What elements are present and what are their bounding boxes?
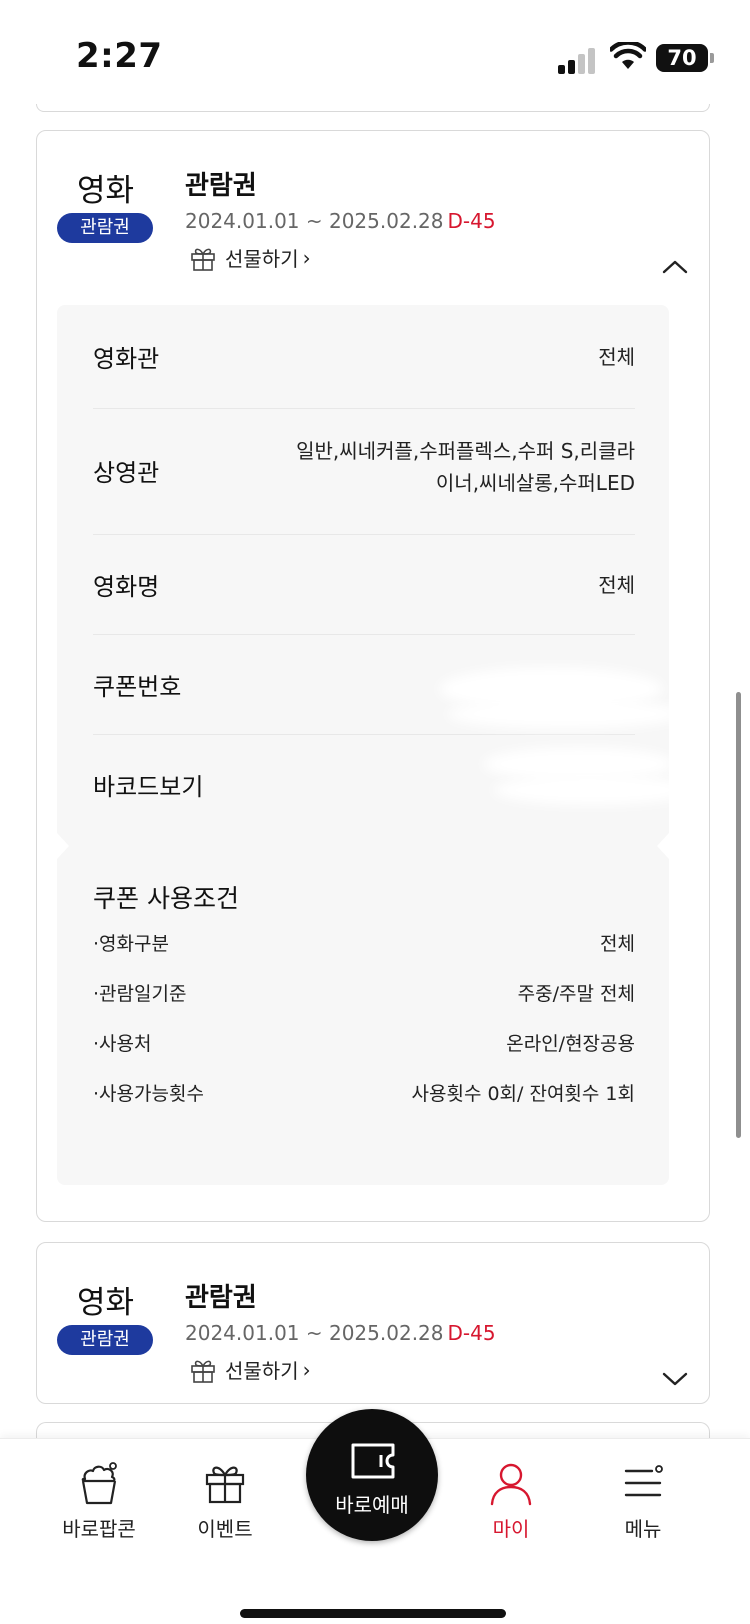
coupon-card[interactable]: 영화 관람권 관람권 2024.01.01 ~ 2025.02.28 D-45 선… <box>36 1242 710 1404</box>
redaction-mark <box>493 775 693 805</box>
previous-coupon-card <box>36 104 710 112</box>
condition-value: 사용횟수 0회/ 잔여횟수 1회 <box>411 1083 636 1105</box>
detail-value: 전체 <box>598 573 635 597</box>
battery-icon: 70 <box>656 44 714 72</box>
popcorn-icon <box>81 1462 117 1505</box>
detail-value-line: 일반,씨네커플,수퍼플렉스,수퍼 S,리클라 <box>296 439 635 463</box>
nav-label: 이벤트 <box>197 1517 253 1541</box>
scrollbar[interactable] <box>736 692 741 1138</box>
gift-button[interactable]: 선물하기 › <box>189 243 311 272</box>
detail-value: 일반,씨네커플,수퍼플렉스,수퍼 S,리클라이너,씨네살롱,수퍼LED <box>296 435 635 499</box>
condition-value: 온라인/현장공용 <box>506 1033 635 1055</box>
detail-value-line: 이너,씨네살롱,수퍼LED <box>435 471 635 495</box>
ticket-icon <box>351 1443 395 1479</box>
detail-row-theater: 영화관 전체 <box>93 305 635 409</box>
bottom-navigation: 바로팝콘 이벤트 바로예매 마이 메뉴 <box>0 1409 750 1624</box>
detail-value: 전체 <box>598 345 635 369</box>
wifi-icon <box>610 42 646 69</box>
gift-button[interactable]: 선물하기 › <box>189 1355 311 1384</box>
nav-item-my[interactable]: 마이 <box>456 1459 566 1559</box>
coupon-period: 2024.01.01 ~ 2025.02.28 <box>185 1321 444 1345</box>
d-day-badge: D-45 <box>447 209 496 233</box>
nav-label: 바로팝콘 <box>62 1517 136 1541</box>
gift-icon <box>205 1466 245 1504</box>
chevron-right-icon: › <box>302 245 311 270</box>
coupon-conditions-panel: 쿠폰 사용조건 ·영화구분 전체 ·관람일기준 주중/주말 전체 ·사용처 온라… <box>57 859 669 1185</box>
condition-value: 주중/주말 전체 <box>517 983 635 1005</box>
condition-key: ·관람일기준 <box>93 983 187 1005</box>
nav-item-menu[interactable]: 메뉴 <box>588 1459 698 1559</box>
coupon-category: 영화 <box>77 1285 135 1321</box>
divider-notch <box>57 833 669 859</box>
gift-icon <box>191 1360 215 1383</box>
quick-booking-button[interactable]: 바로예매 <box>306 1409 438 1541</box>
d-day-badge: D-45 <box>447 1321 496 1345</box>
nav-item-event[interactable]: 이벤트 <box>170 1459 280 1559</box>
condition-key: ·영화구분 <box>93 933 169 955</box>
coupon-validity: 2024.01.01 ~ 2025.02.28 D-45 <box>185 1321 496 1345</box>
detail-key: 영화명 <box>93 573 160 601</box>
coupon-list: 영화 관람권 관람권 2024.01.01 ~ 2025.02.28 D-45 선… <box>0 104 750 1438</box>
coupon-title: 관람권 <box>185 171 257 201</box>
chevron-right-icon: › <box>302 1357 311 1382</box>
condition-value: 전체 <box>600 933 635 955</box>
redaction-mark <box>447 699 683 729</box>
detail-key: 영화관 <box>93 345 160 373</box>
nav-label: 메뉴 <box>624 1517 662 1541</box>
gift-label: 선물하기 <box>225 247 299 271</box>
chevron-up-icon[interactable] <box>657 249 693 285</box>
gift-icon <box>191 248 215 271</box>
nav-label: 마이 <box>492 1517 530 1541</box>
coupon-type-badge: 관람권 <box>57 1325 153 1355</box>
nav-item-popcorn[interactable]: 바로팝콘 <box>44 1459 154 1559</box>
coupon-type-badge: 관람권 <box>57 213 153 243</box>
coupon-period: 2024.01.01 ~ 2025.02.28 <box>185 209 444 233</box>
conditions-title: 쿠폰 사용조건 <box>93 884 239 913</box>
chevron-down-icon[interactable] <box>657 1361 693 1397</box>
condition-key: ·사용처 <box>93 1033 152 1055</box>
coupon-category: 영화 <box>77 173 135 209</box>
detail-key: 상영관 <box>93 459 160 487</box>
status-time: 2:27 <box>76 36 163 76</box>
coupon-card[interactable]: 영화 관람권 관람권 2024.01.01 ~ 2025.02.28 D-45 선… <box>36 130 710 1222</box>
gift-label: 선물하기 <box>225 1359 299 1383</box>
coupon-title: 관람권 <box>185 1283 257 1313</box>
detail-key: 바코드보기 <box>93 773 204 801</box>
quick-booking-label: 바로예매 <box>335 1493 409 1517</box>
coupon-validity: 2024.01.01 ~ 2025.02.28 D-45 <box>185 209 496 233</box>
condition-key: ·사용가능횟수 <box>93 1083 204 1105</box>
detail-row-movie: 영화명 전체 <box>93 535 635 635</box>
home-indicator <box>240 1609 506 1618</box>
cellular-signal-icon <box>558 48 600 74</box>
detail-key: 쿠폰번호 <box>93 673 182 701</box>
person-icon <box>490 1463 532 1506</box>
status-bar: 2:27 70 <box>0 0 750 104</box>
detail-row-screen: 상영관 일반,씨네커플,수퍼플렉스,수퍼 S,리클라이너,씨네살롱,수퍼LED <box>93 409 635 535</box>
menu-icon <box>624 1465 663 1497</box>
